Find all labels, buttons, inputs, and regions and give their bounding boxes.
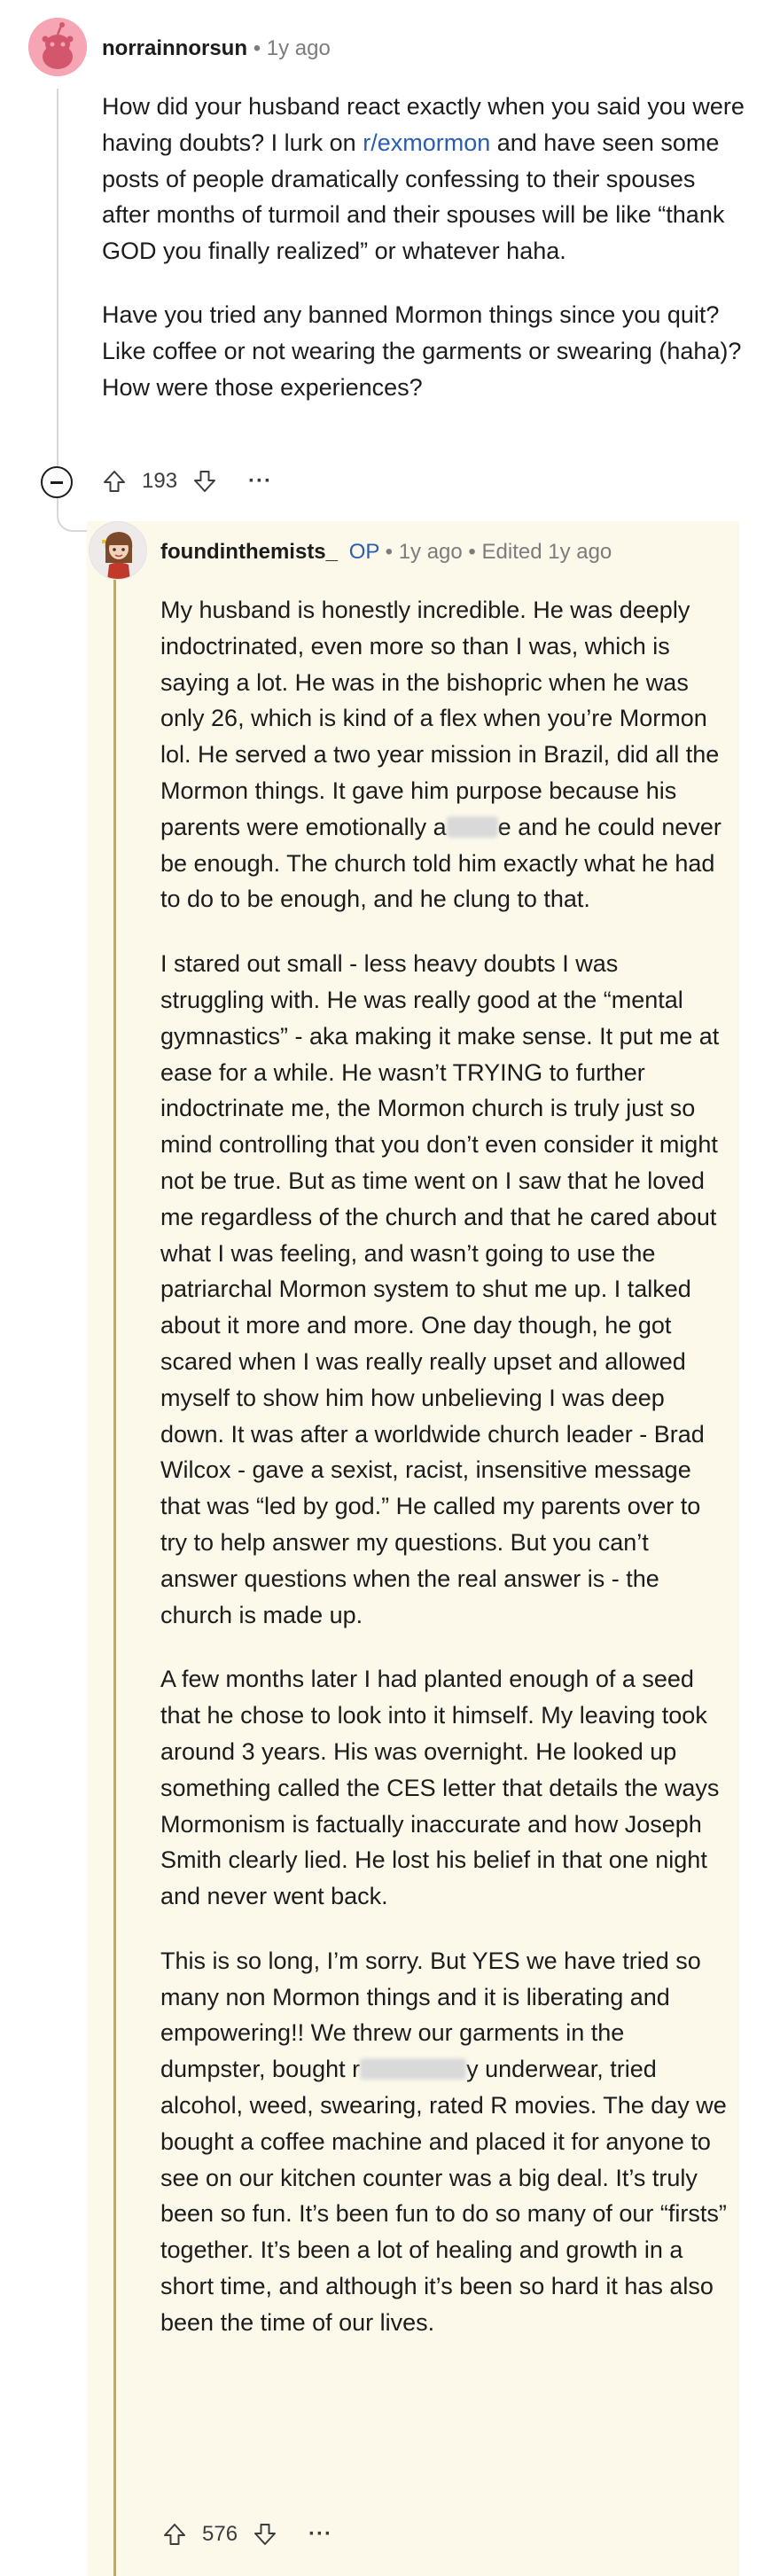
redacted-word bbox=[446, 816, 498, 838]
parent-timestamp[interactable]: 1y ago bbox=[267, 36, 331, 60]
parent-comment-body: How did your husband react exactly when … bbox=[102, 89, 745, 433]
parent-paragraph-1: How did your husband react exactly when … bbox=[102, 89, 745, 269]
reply-timestamp[interactable]: 1y ago bbox=[399, 540, 463, 564]
reply-avatar[interactable] bbox=[89, 521, 147, 580]
parent-actions: 193 ··· bbox=[101, 468, 272, 495]
parent-vote-count: 193 bbox=[142, 469, 178, 493]
reply-thread-line[interactable] bbox=[113, 580, 116, 2576]
more-options-button[interactable]: ··· bbox=[248, 469, 272, 494]
reply-actions: 576 ··· bbox=[161, 2521, 332, 2548]
reply-paragraph-1: My husband is honestly incredible. He wa… bbox=[160, 592, 728, 917]
parent-comment: norrainnorsun • 1y ago How did your husb… bbox=[0, 0, 780, 532]
reply-text: My husband is honestly incredible. He wa… bbox=[160, 597, 720, 840]
meta-separator: • bbox=[468, 540, 476, 564]
reply-text: y underwear, tried alcohol, weed, sweari… bbox=[160, 2056, 727, 2336]
reply-paragraph-4: This is so long, I’m sorry. But YES we h… bbox=[160, 1943, 728, 2341]
op-badge: OP bbox=[348, 540, 379, 564]
thread-connector bbox=[57, 496, 87, 532]
collapse-thread-icon[interactable] bbox=[41, 466, 73, 498]
reply-meta: foundinthemists_ OP • 1y ago • Edited 1y… bbox=[160, 539, 612, 566]
reddit-snoo-avatar-icon bbox=[28, 18, 87, 76]
downvote-arrow-icon[interactable] bbox=[191, 468, 218, 495]
meta-separator: • bbox=[253, 36, 261, 60]
reply-vote-count: 576 bbox=[202, 2522, 238, 2546]
parent-username[interactable]: norrainnorsun bbox=[102, 36, 247, 60]
subreddit-link[interactable]: r/exmormon bbox=[363, 129, 490, 156]
thread-line[interactable] bbox=[57, 89, 58, 468]
redacted-word bbox=[360, 2058, 467, 2080]
reply-username[interactable]: foundinthemists_ bbox=[160, 540, 338, 564]
reply-paragraph-3: A few months later I had planted enough … bbox=[160, 1666, 720, 1910]
op-reply-comment: foundinthemists_ OP • 1y ago • Edited 1y… bbox=[87, 521, 739, 2576]
downvote-arrow-icon[interactable] bbox=[252, 2521, 278, 2548]
reply-comment-body: My husband is honestly incredible. He wa… bbox=[160, 592, 728, 2369]
parent-avatar[interactable] bbox=[28, 18, 87, 76]
meta-separator: • bbox=[385, 540, 394, 564]
parent-meta: norrainnorsun • 1y ago bbox=[102, 35, 331, 62]
more-options-button[interactable]: ··· bbox=[308, 2522, 332, 2547]
edited-label: Edited 1y ago bbox=[481, 540, 612, 564]
upvote-arrow-icon[interactable] bbox=[161, 2521, 188, 2548]
character-avatar-icon bbox=[90, 522, 146, 579]
parent-paragraph-2: Have you tried any banned Mormon things … bbox=[102, 301, 742, 401]
reply-paragraph-2: I stared out small - less heavy doubts I… bbox=[160, 950, 720, 1628]
upvote-arrow-icon[interactable] bbox=[101, 468, 128, 495]
